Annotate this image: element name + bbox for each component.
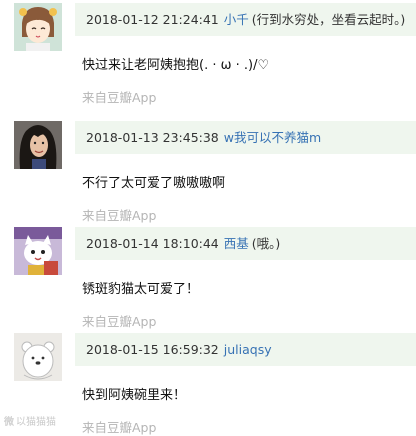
- watermark: 微以猫猫猫: [4, 413, 56, 428]
- comment-username-link[interactable]: 西基: [224, 236, 249, 251]
- comment-source: 来自豆瓣App: [82, 314, 157, 329]
- avatar-white-bear[interactable]: [14, 333, 62, 381]
- comment-timestamp: 2018-01-14 18:10:44: [86, 236, 219, 251]
- anime-girl-avatar-icon: [14, 3, 62, 51]
- comment-meta: 2018-01-15 16:59:32 juliaqsy: [75, 333, 416, 366]
- avatar-anime-girl[interactable]: [14, 3, 62, 51]
- comment-user-location: (行到水穷处，坐看云起时。): [251, 12, 406, 27]
- comment-source: 来自豆瓣App: [82, 90, 157, 105]
- comment-text: 快过来让老阿姨抱抱(. · ω · .)/♡: [82, 58, 270, 73]
- comment-username-link[interactable]: 小千: [224, 12, 249, 27]
- comment-meta: 2018-01-12 21:24:41 小千 (行到水穷处，坐看云起时。): [75, 3, 416, 36]
- comment-meta: 2018-01-14 18:10:44 西基 (哦。): [75, 227, 416, 260]
- comment-source: 来自豆瓣App: [82, 208, 157, 223]
- comment-text: 快到阿姨碗里来！: [82, 388, 187, 403]
- comment-item: 2018-01-12 21:24:41 小千 (行到水穷处，坐看云起时。) 快过来让…: [0, 0, 416, 106]
- weibo-logo-icon: 微: [4, 417, 14, 428]
- comment-item: 2018-01-13 23:45:38 w我可以不养猫m 不行了太可爱了嗷嗷嗷啊 …: [0, 118, 416, 224]
- avatar-woman-photo[interactable]: [14, 121, 62, 169]
- white-bear-avatar-icon: [14, 333, 62, 381]
- comment-username-link[interactable]: w我可以不养猫m: [224, 130, 321, 145]
- comment-item: 2018-01-14 18:10:44 西基 (哦。) 锈斑豹猫太可爱了！ 来自豆瓣…: [0, 224, 416, 330]
- comment-timestamp: 2018-01-13 23:45:38: [86, 130, 219, 145]
- comment-source: 来自豆瓣App: [82, 420, 157, 435]
- comment-username-link[interactable]: juliaqsy: [224, 342, 272, 357]
- cartoon-cat-avatar-icon: [14, 227, 62, 275]
- comment-text: 不行了太可爱了嗷嗷嗷啊: [82, 176, 226, 191]
- comment-meta: 2018-01-13 23:45:38 w我可以不养猫m: [75, 121, 416, 154]
- watermark-text: 以猫猫猫: [16, 417, 56, 428]
- avatar-cartoon-cat[interactable]: [14, 227, 62, 275]
- comment-timestamp: 2018-01-15 16:59:32: [86, 342, 219, 357]
- comment-text: 锈斑豹猫太可爱了！: [82, 282, 200, 297]
- woman-photo-avatar-icon: [14, 121, 62, 169]
- comment-timestamp: 2018-01-12 21:24:41: [86, 12, 219, 27]
- comment-item: 2018-01-15 16:59:32 juliaqsy 快到阿姨碗里来！ 来自豆…: [0, 330, 416, 436]
- comment-user-location: (哦。): [251, 236, 281, 251]
